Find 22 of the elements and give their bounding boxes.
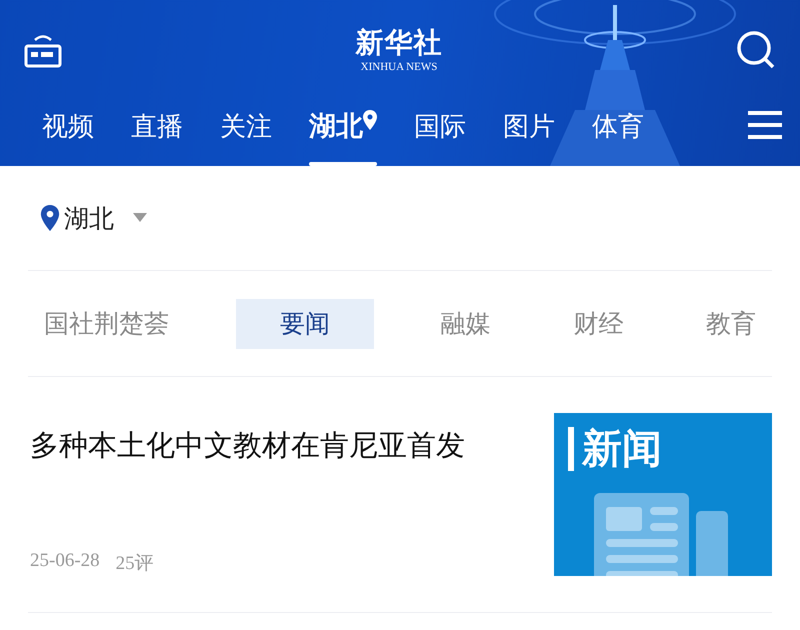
channel-tab[interactable]: 国际: [414, 110, 466, 166]
menu-button[interactable]: [748, 110, 782, 140]
category-tab[interactable]: 财经: [557, 298, 640, 348]
channel-tab[interactable]: 视频: [42, 110, 94, 166]
category-tab[interactable]: 融媒: [424, 298, 506, 348]
category-tab[interactable]: 教育: [690, 298, 772, 348]
comment-count: 25评: [116, 552, 154, 576]
channel-tab[interactable]: 湖北: [309, 110, 377, 166]
location-pin-icon: [40, 205, 60, 231]
channel-tab[interactable]: 关注: [220, 110, 272, 166]
article-date: 25-06-28: [30, 550, 100, 573]
category-tab[interactable]: 要闻: [236, 298, 374, 348]
article-thumbnail[interactable]: 新闻: [554, 413, 772, 576]
article-title[interactable]: 多种本土化中文教材在肯尼亚首发: [30, 425, 465, 465]
logo: 新华社 XINHUA NEWS: [356, 27, 442, 73]
location-selector[interactable]: 湖北: [64, 202, 114, 234]
category-tab[interactable]: 国社荆楚荟: [28, 298, 185, 348]
thumbnail-label: 新闻: [568, 427, 662, 471]
channel-tab[interactable]: 图片: [503, 110, 555, 166]
search-icon[interactable]: [736, 30, 776, 70]
dropdown-caret-icon[interactable]: [132, 212, 148, 224]
channel-tab[interactable]: 直播: [131, 110, 183, 166]
